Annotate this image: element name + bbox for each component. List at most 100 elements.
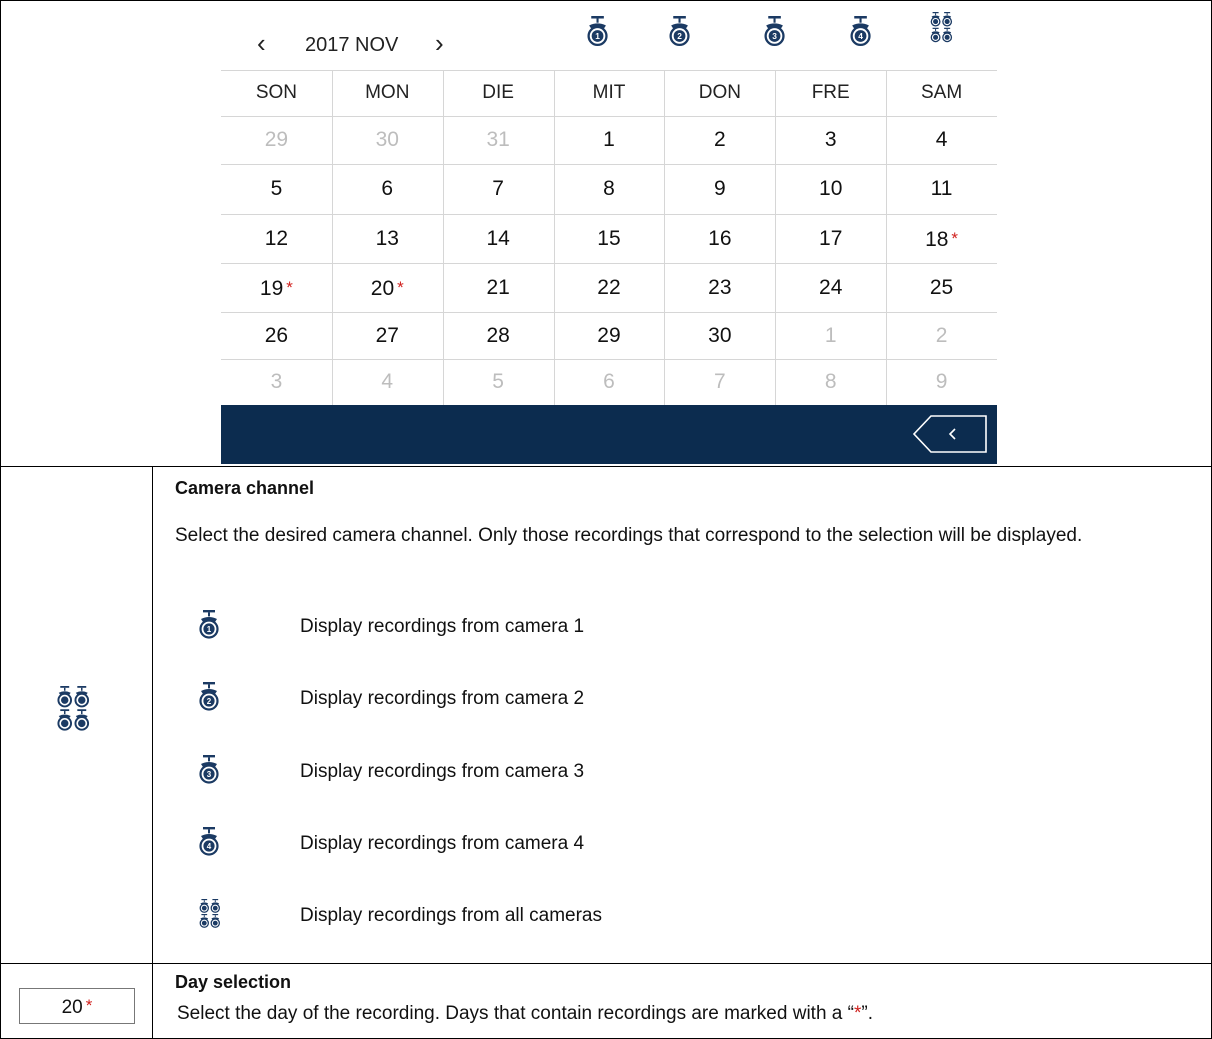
day-cell[interactable]: 27 [332, 312, 443, 359]
calendar-widget: ‹ 2017 NOV › 1 2 3 4 SON MON DIE MIT DON… [221, 8, 997, 464]
day-cell[interactable]: 29 [221, 116, 332, 164]
day-desc-text-2: ”. [861, 1003, 873, 1024]
day-cell[interactable]: 2 [664, 116, 775, 164]
day-desc-text-1: Select the day of the recording. Days th… [177, 1003, 854, 1024]
sample-day-star: * [85, 996, 93, 1015]
day-cell[interactable]: 4 [332, 359, 443, 405]
day-cell[interactable]: 23 [664, 263, 775, 312]
day-cell[interactable]: 21 [443, 263, 554, 312]
back-arrow-icon[interactable] [913, 415, 987, 453]
day-number: 16 [708, 227, 732, 250]
day-cell[interactable]: 20 * [332, 263, 443, 312]
day-number: 10 [819, 177, 843, 200]
day-cell[interactable]: 3 [221, 359, 332, 405]
day-number: 13 [375, 227, 399, 250]
day-selection-title: Day selection [175, 972, 292, 992]
day-cell[interactable]: 24 [775, 263, 886, 312]
day-cell[interactable]: 31 [443, 116, 554, 164]
camera-channel-description: Select the desired camera channel. Only … [175, 525, 1083, 546]
camera-3-icon[interactable]: 3 [763, 16, 786, 53]
day-cell[interactable]: 5 [443, 359, 554, 405]
day-cell[interactable]: 25 [886, 263, 997, 312]
camera-3-icon: 3 [198, 755, 220, 790]
day-cell[interactable]: 22 [554, 263, 665, 312]
day-cell[interactable]: 19 * [221, 263, 332, 312]
day-number: 8 [603, 177, 615, 200]
day-cell[interactable]: 30 [664, 312, 775, 359]
camera-channel-title: Camera channel [175, 478, 315, 498]
day-number: 1 [603, 128, 615, 151]
day-number: 26 [264, 324, 289, 347]
day-cell[interactable]: 9 [664, 164, 775, 214]
day-cell[interactable]: 1 [775, 312, 886, 359]
day-cell[interactable]: 2 [886, 312, 997, 359]
camera-option-label: Display recordings from camera 1 [300, 616, 585, 637]
day-cell[interactable]: 28 [443, 312, 554, 359]
day-number: 3 [270, 370, 283, 393]
weekday-don: DON [698, 82, 741, 103]
day-cell[interactable]: 26 [221, 312, 332, 359]
day-cell[interactable]: 18 * [886, 214, 997, 263]
camera-1-icon: 1 [198, 610, 220, 645]
day-cell[interactable]: 13 [332, 214, 443, 263]
day-cell[interactable]: 1 [554, 116, 665, 164]
day-cell[interactable]: 30 [332, 116, 443, 164]
day-number: 24 [819, 276, 843, 299]
camera-option-label: Display recordings from camera 4 [300, 833, 585, 854]
day-cell[interactable]: 8 [554, 164, 665, 214]
recording-star: * [951, 229, 959, 248]
svg-text:1: 1 [207, 625, 212, 634]
day-number: 31 [486, 128, 510, 151]
day-number: 9 [935, 370, 948, 393]
sample-day-cell: 20 * [19, 988, 135, 1024]
day-number: 30 [375, 128, 399, 151]
day-cell[interactable]: 10 [775, 164, 886, 214]
day-selection-description: Select the day of the recording. Days th… [177, 1001, 873, 1027]
day-number: 9 [714, 177, 726, 200]
day-number: 14 [486, 227, 510, 250]
day-number: 20 [370, 277, 395, 300]
day-cell[interactable]: 7 [443, 164, 554, 214]
day-number: 8 [824, 370, 837, 393]
day-cell[interactable]: 16 [664, 214, 775, 263]
all-cameras-icon[interactable] [929, 12, 954, 49]
day-number: 11 [930, 177, 953, 200]
prev-month-button[interactable]: ‹ [257, 28, 266, 59]
day-cell[interactable]: 4 [886, 116, 997, 164]
weekday-die: DIE [482, 82, 514, 103]
day-number: 15 [597, 227, 621, 250]
day-cell[interactable]: 6 [332, 164, 443, 214]
day-number: 29 [597, 324, 621, 347]
day-number: 3 [824, 128, 837, 151]
day-number: 30 [708, 324, 732, 347]
day-number: 18 [925, 228, 949, 251]
svg-text:3: 3 [207, 770, 212, 779]
day-cell[interactable]: 11 [886, 164, 997, 214]
day-number: 6 [381, 177, 394, 200]
day-number: 21 [486, 276, 510, 299]
day-cell[interactable]: 6 [554, 359, 665, 405]
day-cell[interactable]: 14 [443, 214, 554, 263]
camera-1-icon[interactable]: 1 [586, 16, 609, 53]
day-cell[interactable]: 5 [221, 164, 332, 214]
camera-option-label: Display recordings from camera 3 [300, 761, 585, 782]
all-cameras-icon [198, 899, 222, 934]
day-cell[interactable]: 9 [886, 359, 997, 405]
day-cell[interactable]: 15 [554, 214, 665, 263]
day-cell[interactable]: 17 [775, 214, 886, 263]
day-number: 25 [929, 276, 954, 299]
day-cell[interactable]: 7 [664, 359, 775, 405]
camera-4-icon[interactable]: 4 [849, 16, 872, 53]
camera-2-icon[interactable]: 2 [668, 16, 691, 53]
next-month-button[interactable]: › [435, 28, 444, 59]
day-cell[interactable]: 3 [775, 116, 886, 164]
day-number: 2 [935, 324, 948, 347]
day-cell[interactable]: 8 [775, 359, 886, 405]
day-number: 19 [259, 277, 284, 300]
all-cameras-icon [55, 686, 92, 738]
day-cell[interactable]: 12 [221, 214, 332, 263]
svg-text:3: 3 [772, 31, 777, 41]
day-cell[interactable]: 29 [554, 312, 665, 359]
day-number: 4 [935, 128, 948, 151]
svg-text:4: 4 [858, 31, 863, 41]
